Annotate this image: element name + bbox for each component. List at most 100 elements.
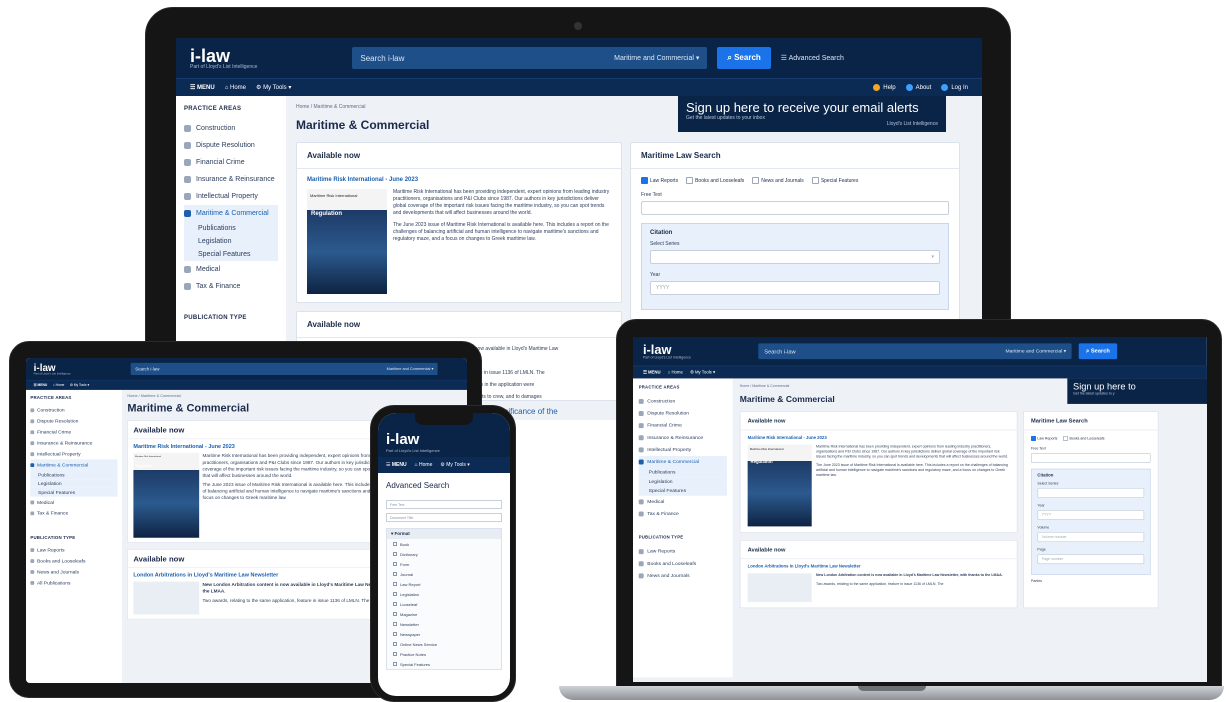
- sidebar-item-news[interactable]: News and Journals: [638, 570, 727, 582]
- sidebar-item-financial-crime[interactable]: Financial Crime: [30, 427, 117, 438]
- my-tools-menu[interactable]: ⚙ My Tools ▾: [440, 462, 469, 468]
- ilaw-logo[interactable]: i-law Part of Lloyd's List Intelligence: [643, 343, 691, 359]
- sidebar-item-maritime[interactable]: Maritime & Commercial: [638, 455, 727, 469]
- search-input[interactable]: Search i-law Maritime and Commercial ▾: [352, 47, 708, 69]
- sidebar-item-dispute[interactable]: Dispute Resolution: [638, 407, 727, 419]
- free-text-input[interactable]: [641, 201, 949, 215]
- my-tools-menu[interactable]: ⚙ My Tools ▾: [256, 84, 291, 91]
- format-option[interactable]: Legislation: [387, 589, 501, 599]
- sidebar-item-tax[interactable]: Tax & Finance: [184, 278, 278, 295]
- search-input[interactable]: Search i-law Maritime and Commercial ▾: [758, 343, 1072, 360]
- format-heading[interactable]: ▾ Format: [387, 529, 501, 539]
- volume-input[interactable]: Volume number: [1037, 532, 1145, 543]
- magazine-cover[interactable]: Maritime Risk International Regulation: [747, 444, 812, 527]
- home-link[interactable]: ⌂ Home: [53, 383, 65, 386]
- format-option[interactable]: Online News Service: [387, 639, 501, 649]
- search-input[interactable]: Search i-law Maritime and Commercial ▾: [130, 362, 438, 375]
- free-text-input[interactable]: Free Text: [386, 500, 502, 509]
- login-link[interactable]: Log In: [941, 83, 968, 91]
- advanced-search-link[interactable]: ☰ Advanced Search: [781, 54, 844, 62]
- home-link[interactable]: ⌂ Home: [225, 85, 246, 91]
- format-option[interactable]: Law Report: [387, 579, 501, 589]
- page-input[interactable]: Page number: [1037, 554, 1145, 565]
- check-books[interactable]: Books and Looseleafs: [1063, 435, 1105, 441]
- my-tools-menu[interactable]: ⚙ My Tools ▾: [690, 370, 715, 374]
- format-option[interactable]: Magazine: [387, 609, 501, 619]
- sidebar-item-all[interactable]: All Publications: [30, 577, 117, 588]
- scope-select[interactable]: Maritime and Commercial ▾: [614, 54, 699, 62]
- sidebar-item-financial-crime[interactable]: Financial Crime: [184, 154, 278, 171]
- sidebar-item-law-reports[interactable]: Law Reports: [638, 546, 727, 558]
- sidebar-sub-special[interactable]: Special Features: [30, 487, 118, 497]
- sidebar-sub-legislation[interactable]: Legislation: [184, 235, 278, 248]
- home-link[interactable]: ⌂ Home: [668, 370, 683, 374]
- magazine-cover[interactable]: Maritime Risk International Regulation: [133, 452, 200, 538]
- sidebar-sub-publications[interactable]: Publications: [638, 468, 727, 478]
- ilaw-logo[interactable]: i-law Part of Lloyd's List Intelligence: [386, 431, 502, 453]
- format-option[interactable]: Newspaper: [387, 629, 501, 639]
- sidebar-sub-legislation[interactable]: Legislation: [638, 477, 727, 487]
- sidebar-item-insurance[interactable]: Insurance & Reinsurance: [184, 171, 278, 188]
- my-tools-menu[interactable]: ⚙ My Tools ▾: [70, 383, 89, 387]
- sidebar-item-insurance[interactable]: Insurance & Reinsurance: [638, 432, 727, 444]
- format-option[interactable]: Dictionary: [387, 549, 501, 559]
- menu-button[interactable]: ☰ MENU: [643, 370, 661, 374]
- sidebar-item-dispute[interactable]: Dispute Resolution: [184, 137, 278, 154]
- sidebar-item-ip[interactable]: Intellectual Property: [184, 188, 278, 205]
- year-input[interactable]: YYYY: [1037, 510, 1145, 520]
- sidebar-item-news[interactable]: News and Journals: [30, 566, 117, 577]
- series-select[interactable]: ▾: [650, 250, 940, 264]
- sidebar-item-dispute[interactable]: Dispute Resolution: [30, 416, 117, 427]
- home-link[interactable]: ⌂ Home: [415, 462, 433, 468]
- sidebar-sub-special[interactable]: Special Features: [184, 248, 278, 261]
- sidebar-sub-special[interactable]: Special Features: [638, 486, 727, 496]
- email-alert-banner[interactable]: Sign up here to receive your email alert…: [678, 96, 946, 132]
- menu-button[interactable]: ☰ MENU: [386, 462, 407, 468]
- sidebar-item-insurance[interactable]: Insurance & Reinsurance: [30, 437, 117, 448]
- newsletter-cover[interactable]: [747, 573, 812, 602]
- ilaw-logo[interactable]: i-law Part of Lloyd's List Intelligence: [190, 47, 257, 70]
- sidebar-item-medical[interactable]: Medical: [184, 261, 278, 278]
- format-option[interactable]: Practice Notes: [387, 649, 501, 659]
- check-books[interactable]: Books and Looseleafs: [686, 177, 744, 184]
- menu-button[interactable]: ☰ MENU: [190, 84, 215, 91]
- menu-button[interactable]: ☰ MENU: [34, 383, 48, 387]
- about-link[interactable]: About: [905, 83, 931, 91]
- sidebar-item-maritime[interactable]: Maritime & Commercial: [30, 459, 118, 471]
- check-special[interactable]: Special Features: [811, 177, 858, 184]
- newsletter-cover[interactable]: [133, 581, 200, 615]
- document-title-input[interactable]: Document Title: [386, 513, 502, 522]
- check-news[interactable]: News and Journals: [752, 177, 804, 184]
- article-title[interactable]: Maritime Risk International - June 2023: [748, 436, 1010, 440]
- sidebar-item-books[interactable]: Books and Looseleafs: [30, 555, 117, 566]
- sidebar-item-tax[interactable]: Tax & Finance: [30, 508, 117, 519]
- breadcrumb[interactable]: Home / Maritime & Commercial: [127, 394, 462, 398]
- sidebar-sub-legislation[interactable]: Legislation: [30, 479, 118, 488]
- sidebar-item-ip[interactable]: Intellectual Property: [30, 448, 117, 459]
- email-alert-banner[interactable]: Sign up here to Get the latest updates t…: [1067, 378, 1207, 404]
- check-law-reports[interactable]: Law Reports: [1031, 435, 1057, 441]
- sidebar-item-construction[interactable]: Construction: [30, 405, 117, 416]
- check-law-reports[interactable]: Law Reports: [641, 177, 678, 184]
- sidebar-item-law-reports[interactable]: Law Reports: [30, 544, 117, 555]
- sidebar-item-maritime[interactable]: Maritime & Commercial: [184, 205, 278, 222]
- article-title[interactable]: Maritime Risk International - June 2023: [307, 177, 611, 183]
- scope-select[interactable]: Maritime and Commercial ▾: [387, 367, 434, 371]
- format-option[interactable]: Newsletter: [387, 619, 501, 629]
- series-select[interactable]: [1037, 487, 1145, 498]
- article-title[interactable]: London Arbitrations in Lloyd's Maritime …: [748, 565, 1010, 569]
- format-option[interactable]: Book: [387, 539, 501, 549]
- sidebar-item-medical[interactable]: Medical: [638, 496, 727, 508]
- sidebar-item-medical[interactable]: Medical: [30, 497, 117, 508]
- sidebar-item-books[interactable]: Books and Looseleafs: [638, 558, 727, 570]
- format-option[interactable]: Form: [387, 559, 501, 569]
- format-option[interactable]: Special Features: [387, 659, 501, 669]
- format-option[interactable]: Looseleaf: [387, 599, 501, 609]
- magazine-cover[interactable]: Maritime Risk International Regulation: [307, 189, 387, 294]
- sidebar-item-financial-crime[interactable]: Financial Crime: [638, 420, 727, 432]
- search-button[interactable]: ⌕ Search: [717, 47, 771, 69]
- ilaw-logo[interactable]: i-law Part of Lloyd's List Intelligence: [34, 363, 71, 376]
- sidebar-item-ip[interactable]: Intellectual Property: [638, 444, 727, 456]
- help-link[interactable]: Help: [873, 83, 896, 91]
- sidebar-sub-publications[interactable]: Publications: [184, 222, 278, 235]
